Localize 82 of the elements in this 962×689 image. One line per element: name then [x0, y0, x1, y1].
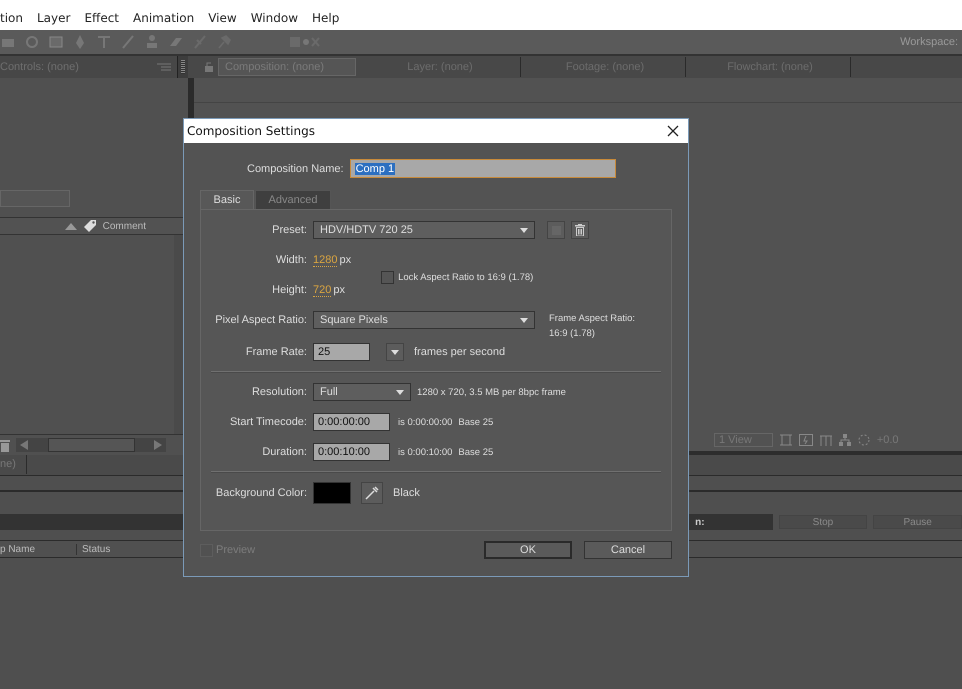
panel-menu-icon[interactable]: [157, 63, 171, 71]
field-label: Start Timecode:: [228, 416, 307, 428]
close-icon[interactable]: [667, 125, 679, 137]
field-label: Duration:: [261, 446, 307, 458]
column-header[interactable]: Status: [77, 544, 158, 554]
flowchart-icon[interactable]: [838, 434, 851, 446]
save-preset-button[interactable]: [547, 221, 565, 239]
fast-preview-icon[interactable]: [798, 434, 813, 446]
info-label: Base 25: [458, 446, 494, 458]
menu-item[interactable]: View: [208, 9, 237, 27]
menu-item[interactable]: Layer: [37, 9, 70, 27]
dropdown-arrow-icon: [520, 318, 528, 322]
composition-name-field[interactable]: Comp 1: [350, 159, 616, 178]
color-name: Black: [393, 487, 420, 499]
settings-tab[interactable]: Basic: [200, 190, 254, 209]
settings-tab[interactable]: Advanced: [255, 190, 331, 209]
panel-grip[interactable]: [181, 60, 185, 74]
width-value[interactable]: 1280: [313, 254, 338, 266]
field-label: Background Color:: [214, 487, 307, 499]
dropdown-arrow-icon: [391, 350, 399, 354]
rectangle-tool-icon[interactable]: [48, 34, 64, 50]
render-status-label: n:: [695, 516, 705, 528]
field-label: Preset:: [271, 224, 307, 236]
menu-item[interactable]: Effect: [84, 9, 120, 27]
frame-rate-dropdown-button[interactable]: [386, 343, 404, 361]
field-label: Composition Name:: [247, 162, 344, 174]
delete-preset-button[interactable]: [571, 221, 589, 239]
eyedropper-button[interactable]: [361, 482, 383, 504]
brush-tool-icon[interactable]: [120, 34, 136, 50]
pixel-aspect-dropdown[interactable]: Square Pixels: [313, 311, 535, 329]
info-label: Base 25: [458, 416, 494, 428]
horizontal-scrollbar[interactable]: [16, 438, 166, 452]
timeline-icon[interactable]: [820, 434, 832, 446]
height-value[interactable]: 720: [313, 284, 332, 296]
workspace-label: Workspace:: [900, 36, 958, 48]
axis-mode-icon[interactable]: [290, 36, 320, 48]
field-label: Frame Rate:: [244, 346, 307, 358]
dialog-button[interactable]: OK: [484, 541, 572, 559]
menu-item[interactable]: Window: [250, 9, 298, 27]
selected-text: Comp 1: [354, 162, 396, 174]
lock-icon[interactable]: [204, 61, 214, 73]
start-timecode-field[interactable]: 0:00:00:00: [313, 413, 390, 431]
column-header[interactable]: p Name: [0, 544, 77, 554]
scroll-thumb[interactable]: [48, 438, 134, 452]
scroll-left-icon[interactable]: [20, 440, 28, 450]
checkbox-label: Lock Aspect Ratio to 16:9 (1.78): [398, 272, 534, 282]
menu-item[interactable]: Help: [312, 9, 340, 27]
preset-dropdown[interactable]: HDV/HDTV 720 25: [313, 221, 535, 239]
menu-item[interactable]: tion: [0, 9, 23, 27]
dialog-title: Composition Settings: [187, 124, 315, 138]
dropdown-arrow-icon: [396, 390, 404, 394]
grid-icon[interactable]: [780, 434, 792, 446]
field-label: Height:: [271, 284, 307, 296]
trash-icon: [575, 224, 585, 236]
unit-label: px: [339, 254, 352, 266]
field-label: Width:: [274, 254, 307, 266]
info-label: is 0:00:10:00: [398, 446, 452, 458]
type-tool-icon[interactable]: [96, 34, 112, 50]
field-label: Pixel Aspect Ratio:: [214, 314, 307, 326]
info-label: is 0:00:00:00: [398, 416, 452, 428]
unit-label: px: [333, 284, 345, 296]
exposure-icon[interactable]: [858, 434, 870, 446]
eyedropper-icon: [365, 486, 379, 500]
scroll-right-icon[interactable]: [154, 440, 162, 450]
info-value: 16:9 (1.78): [549, 328, 596, 339]
resolution-dropdown[interactable]: Full: [313, 383, 411, 401]
trash-icon[interactable]: [0, 438, 10, 452]
dialog-button[interactable]: Cancel: [584, 541, 672, 559]
field-label: Resolution:: [250, 386, 307, 398]
lock-aspect-checkbox[interactable]: [381, 270, 394, 284]
duration-field[interactable]: 0:00:10:00: [313, 443, 390, 461]
unit-label: frames per second: [414, 346, 506, 358]
menu-item[interactable]: Animation: [133, 9, 194, 27]
frame-rate-field[interactable]: 25: [313, 343, 370, 361]
stamp-tool-icon[interactable]: [144, 34, 160, 50]
tag-icon[interactable]: [82, 219, 97, 233]
color-swatch[interactable]: [313, 482, 351, 504]
dropdown-arrow-icon: [520, 228, 528, 232]
sort-up-icon[interactable]: [64, 222, 77, 230]
info-label: 1280 x 720, 3.5 MB per 8bpc frame: [417, 386, 566, 398]
column-header[interactable]: Comment: [102, 220, 146, 232]
info-label: Frame Aspect Ratio:: [549, 313, 636, 324]
